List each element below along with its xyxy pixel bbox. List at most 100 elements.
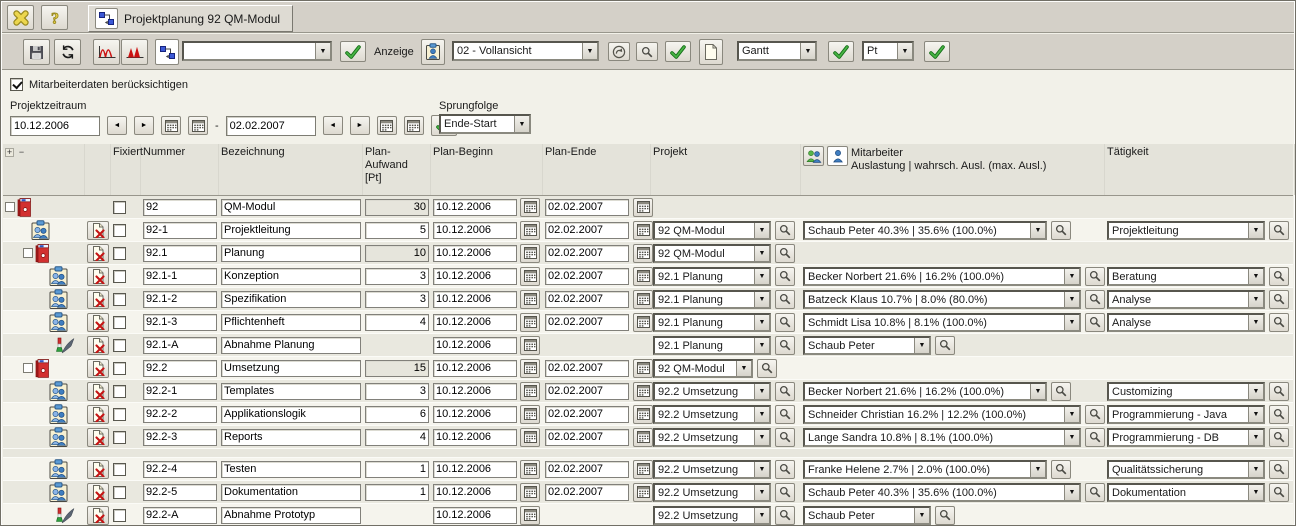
fixiert-checkbox[interactable] [113, 316, 126, 329]
chevron-down-icon[interactable]: ▼ [897, 43, 912, 59]
taetigkeit-search-button[interactable] [1269, 313, 1289, 332]
mitarbeiter-combobox[interactable]: Franke Helene 2.7% | 2.0% (100.0%) ▼ [803, 460, 1047, 479]
plan-ende-input[interactable] [545, 268, 629, 285]
nummer-input[interactable] [143, 507, 217, 524]
plan-ende-input[interactable] [545, 360, 629, 377]
mitarbeiter-combobox[interactable]: Schneider Christian 16.2% | 12.2% (100.0… [803, 405, 1081, 424]
mitarbeiter-combobox[interactable]: Schaub Peter 40.3% | 35.6% (100.0%) ▼ [803, 221, 1047, 240]
plan-aufwand-input[interactable] [365, 291, 429, 308]
fixiert-checkbox[interactable] [113, 486, 126, 499]
period-to-calendar-button[interactable] [377, 116, 397, 135]
gantt-view-button[interactable] [155, 39, 179, 65]
projekt-search-button[interactable] [775, 405, 795, 424]
plan-beginn-input[interactable] [433, 461, 517, 478]
plan-ende-calendar-button[interactable] [633, 460, 653, 479]
plan-ende-input[interactable] [545, 314, 629, 331]
plan-beginn-input[interactable] [433, 383, 517, 400]
delete-row-button[interactable] [87, 244, 109, 263]
plan-ende-input[interactable] [545, 199, 629, 216]
plan-beginn-calendar-button[interactable] [520, 198, 540, 217]
close-button[interactable] [7, 5, 34, 30]
period-from-next-button[interactable]: ► [134, 116, 154, 135]
delete-row-button[interactable] [87, 290, 109, 309]
taetigkeit-combobox[interactable]: Analyse ▼ [1107, 313, 1265, 332]
expand-all-button[interactable]: + [5, 148, 14, 157]
projekt-search-button[interactable] [775, 267, 795, 286]
chevron-down-icon[interactable]: ▼ [1248, 315, 1263, 330]
mitarbeiter-combobox[interactable]: Schaub Peter ▼ [803, 336, 931, 355]
group-assign-button[interactable] [803, 146, 824, 166]
plan-beginn-calendar-button[interactable] [520, 336, 540, 355]
fixiert-checkbox[interactable] [113, 247, 126, 260]
plan-beginn-input[interactable] [433, 507, 517, 524]
mitarbeiterdaten-checkbox[interactable] [10, 78, 23, 91]
delete-row-button[interactable] [87, 428, 109, 447]
delete-row-button[interactable] [87, 483, 109, 502]
plan-aufwand-input[interactable] [365, 245, 429, 262]
fixiert-checkbox[interactable] [113, 385, 126, 398]
projekt-search-button[interactable] [775, 506, 795, 525]
projekt-search-button[interactable] [775, 336, 795, 355]
view-search-button[interactable] [636, 42, 658, 61]
projekt-search-button[interactable] [775, 221, 795, 240]
plan-beginn-calendar-button[interactable] [520, 506, 540, 525]
plan-ende-calendar-button[interactable] [633, 359, 653, 378]
chevron-down-icon[interactable]: ▼ [914, 508, 929, 523]
plan-aufwand-input[interactable] [365, 429, 429, 446]
nummer-input[interactable] [143, 199, 217, 216]
tree-collapse-toggle[interactable] [23, 248, 33, 258]
plan-aufwand-input[interactable] [365, 268, 429, 285]
projekt-combobox[interactable]: 92.1 Planung ▼ [653, 313, 771, 332]
chevron-down-icon[interactable]: ▼ [754, 485, 769, 500]
chevron-down-icon[interactable]: ▼ [1248, 223, 1263, 238]
chevron-down-icon[interactable]: ▼ [754, 508, 769, 523]
chevron-down-icon[interactable]: ▼ [754, 292, 769, 307]
plan-ende-input[interactable] [545, 222, 629, 239]
bezeichnung-input[interactable] [221, 461, 361, 478]
taetigkeit-search-button[interactable] [1269, 428, 1289, 447]
projekt-combobox[interactable]: 92.2 Umsetzung ▼ [653, 506, 771, 525]
layout-combobox[interactable]: Gantt ▼ [737, 41, 817, 61]
plan-beginn-input[interactable] [433, 429, 517, 446]
new-view-button[interactable] [699, 39, 723, 65]
taetigkeit-combobox[interactable]: Dokumentation ▼ [1107, 483, 1265, 502]
fixiert-checkbox[interactable] [113, 431, 126, 444]
fixiert-checkbox[interactable] [113, 224, 126, 237]
projekt-search-button[interactable] [775, 460, 795, 479]
delete-row-button[interactable] [87, 405, 109, 424]
chevron-down-icon[interactable]: ▼ [1248, 384, 1263, 399]
apply-unit-button[interactable] [924, 41, 950, 62]
mitarbeiter-search-button[interactable] [1085, 483, 1105, 502]
plan-beginn-calendar-button[interactable] [520, 313, 540, 332]
mitarbeiter-combobox[interactable]: Becker Norbert 21.6% | 16.2% (100.0%) ▼ [803, 267, 1081, 286]
tree-collapse-toggle[interactable] [5, 202, 15, 212]
plan-beginn-calendar-button[interactable] [520, 267, 540, 286]
plan-aufwand-input[interactable] [365, 199, 429, 216]
projekt-combobox[interactable]: 92.2 Umsetzung ▼ [653, 460, 771, 479]
delete-row-button[interactable] [87, 267, 109, 286]
chevron-down-icon[interactable]: ▼ [1030, 223, 1045, 238]
mitarbeiter-search-button[interactable] [1051, 460, 1071, 479]
taetigkeit-combobox[interactable]: Qualitätssicherung ▼ [1107, 460, 1265, 479]
plan-beginn-calendar-button[interactable] [520, 221, 540, 240]
nummer-input[interactable] [143, 429, 217, 446]
taetigkeit-combobox[interactable]: Programmierung - Java ▼ [1107, 405, 1265, 424]
chevron-down-icon[interactable]: ▼ [1030, 462, 1045, 477]
chevron-down-icon[interactable]: ▼ [514, 116, 529, 132]
mitarbeiter-search-button[interactable] [1085, 290, 1105, 309]
bezeichnung-input[interactable] [221, 314, 361, 331]
apply-filter-button[interactable] [340, 41, 366, 62]
delete-row-button[interactable] [87, 336, 109, 355]
plan-ende-calendar-button[interactable] [633, 405, 653, 424]
plan-ende-input[interactable] [545, 245, 629, 262]
period-from-prev-button[interactable]: ◄ [107, 116, 127, 135]
plan-beginn-input[interactable] [433, 199, 517, 216]
plan-beginn-calendar-button[interactable] [520, 244, 540, 263]
plan-aufwand-input[interactable] [365, 222, 429, 239]
plan-ende-calendar-button[interactable] [633, 428, 653, 447]
chevron-down-icon[interactable]: ▼ [1064, 269, 1079, 284]
plan-ende-calendar-button[interactable] [633, 483, 653, 502]
mitarbeiter-combobox[interactable]: Becker Norbert 21.6% | 16.2% (100.0%) ▼ [803, 382, 1047, 401]
chevron-down-icon[interactable]: ▼ [582, 43, 597, 59]
nummer-input[interactable] [143, 245, 217, 262]
